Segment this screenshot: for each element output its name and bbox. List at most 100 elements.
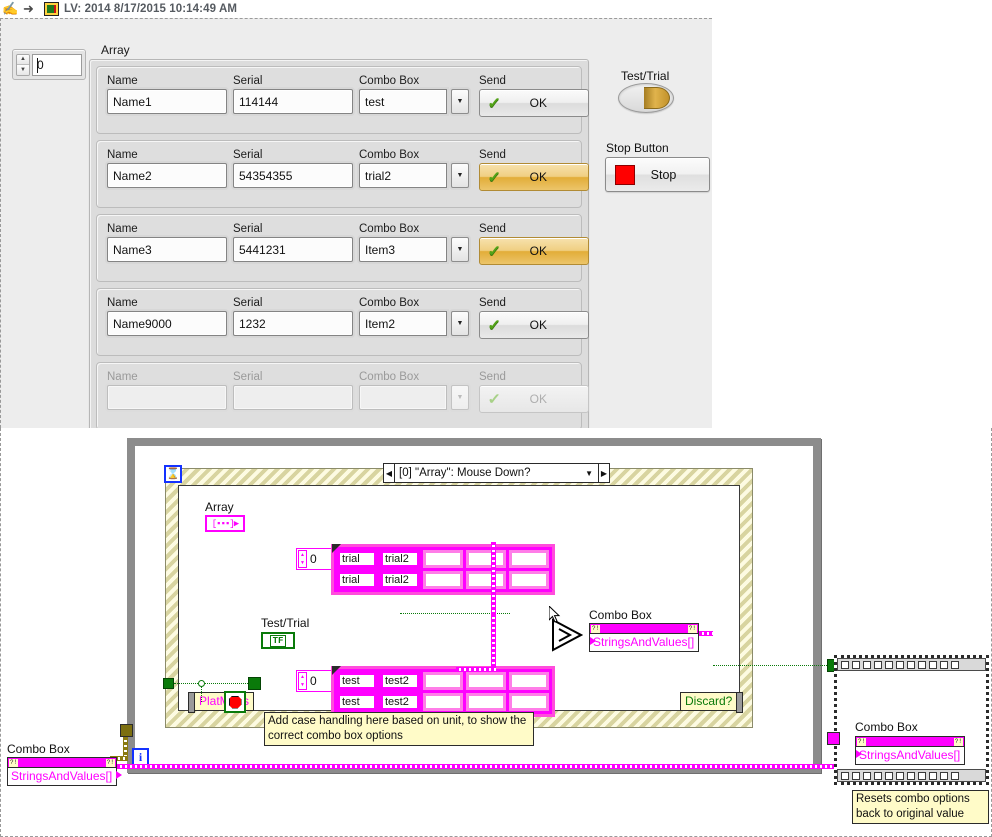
- array-cell[interactable]: test2: [380, 693, 420, 711]
- spinner-up-icon[interactable]: ▲: [17, 54, 29, 65]
- array-index-control[interactable]: ▲ ▼ 0: [12, 49, 86, 80]
- sequence-combobox-tunnel[interactable]: [827, 732, 840, 745]
- array-cell[interactable]: [509, 672, 549, 690]
- array-column[interactable]: [466, 550, 506, 589]
- array-row[interactable]: Name Serial Combo Box ▼ Send ✓ OK: [96, 362, 589, 430]
- array-cell[interactable]: [423, 672, 463, 690]
- serial-input[interactable]: 1232: [233, 311, 353, 336]
- spinner-down-icon[interactable]: ▼: [17, 65, 29, 75]
- discard-tunnel[interactable]: [163, 678, 174, 689]
- col-header-name: Name: [107, 297, 138, 309]
- array-cell[interactable]: trial: [337, 571, 377, 589]
- stop-sign-icon[interactable]: [224, 691, 246, 713]
- array-column[interactable]: trial2 trial2: [380, 550, 420, 589]
- array-cell[interactable]: [509, 693, 549, 711]
- array-cell[interactable]: [423, 550, 463, 568]
- loop-stop-terminal[interactable]: [248, 677, 261, 690]
- terminal-nub-icon: [116, 771, 122, 779]
- array-cell[interactable]: trial2: [380, 571, 420, 589]
- chevron-down-icon[interactable]: ▼: [585, 469, 598, 478]
- array-row[interactable]: Name Name3 Serial 5441231 Combo Box Item3 ▼ S…: [96, 214, 589, 282]
- event-case-selector[interactable]: [0] "Array": Mouse Down? ▼: [394, 463, 599, 483]
- array-column[interactable]: trial trial: [337, 550, 377, 589]
- serial-input[interactable]: [233, 385, 353, 410]
- trial-index-constant[interactable]: ▲ ▼ 0: [296, 548, 334, 570]
- array-row[interactable]: Name Name1 Serial 114144 Combo Box test ▼ Sen…: [96, 66, 589, 134]
- combo-input[interactable]: test: [359, 89, 447, 114]
- while-loop[interactable]: ⌛ ◀ [0] "Array": Mouse Down? ▼ ▶ Array […: [127, 438, 821, 773]
- array-column[interactable]: [423, 672, 463, 711]
- name-input[interactable]: Name1: [107, 89, 227, 114]
- array-index-value[interactable]: 0: [32, 53, 82, 76]
- ok-button[interactable]: ✓ OK: [479, 163, 589, 191]
- trial-array-constant[interactable]: trial trial trial2 trial2: [331, 544, 555, 595]
- name-input[interactable]: Name2: [107, 163, 227, 188]
- array-column[interactable]: [423, 550, 463, 589]
- test-index-spinner[interactable]: ▲ ▼: [298, 672, 307, 690]
- bd-combobox-left-text: StringsAndValues[]: [11, 769, 113, 783]
- serial-input[interactable]: 54354355: [233, 163, 353, 188]
- stop-button[interactable]: Stop: [605, 157, 710, 192]
- array-column[interactable]: test2 test2: [380, 672, 420, 711]
- flat-sequence-structure[interactable]: Combo Box ?!?! StringsAndValues[]: [834, 655, 989, 785]
- ok-button[interactable]: ✓ OK: [479, 385, 589, 413]
- array-row[interactable]: Name Name9000 Serial 1232 Combo Box Item2 ▼ S…: [96, 288, 589, 356]
- array-cell[interactable]: [423, 693, 463, 711]
- arrow-right-icon[interactable]: ➜: [23, 1, 39, 17]
- test-trial-toggle[interactable]: [618, 83, 674, 113]
- combo-input[interactable]: trial2: [359, 163, 447, 188]
- combo-input[interactable]: Item3: [359, 237, 447, 262]
- array-column[interactable]: [509, 550, 549, 589]
- ok-button[interactable]: ✓ OK: [479, 237, 589, 265]
- bd-combobox-right-terminal[interactable]: ?!?! StringsAndValues[]: [855, 736, 965, 765]
- array-cell[interactable]: [423, 571, 463, 589]
- serial-input[interactable]: 114144: [233, 89, 353, 114]
- prev-case-icon[interactable]: ◀: [383, 463, 394, 483]
- chevron-down-icon[interactable]: ▼: [451, 311, 469, 336]
- bd-test-trial-terminal[interactable]: TF: [261, 632, 295, 649]
- array-row[interactable]: Name Name2 Serial 54354355 Combo Box trial2 …: [96, 140, 589, 208]
- chevron-down-icon[interactable]: ▼: [451, 89, 469, 114]
- timeout-hourglass-icon[interactable]: ⌛: [164, 465, 182, 483]
- stop-octagon: [228, 695, 242, 709]
- bd-combobox-left-terminal[interactable]: ?!?! StringsAndValues[]: [7, 757, 122, 786]
- next-case-icon[interactable]: ▶: [599, 463, 610, 483]
- array-cell[interactable]: test: [337, 693, 377, 711]
- name-input[interactable]: Name3: [107, 237, 227, 262]
- bd-array-terminal[interactable]: [▪▪▪]▶: [205, 515, 245, 532]
- array-index-spinner[interactable]: ▲ ▼: [16, 53, 30, 76]
- array-cell[interactable]: [466, 571, 506, 589]
- chevron-down-icon[interactable]: ▼: [451, 237, 469, 262]
- combo-input[interactable]: Item2: [359, 311, 447, 336]
- string-type-bar: ?!?!: [8, 758, 116, 768]
- array-column[interactable]: [466, 672, 506, 711]
- name-input[interactable]: Name9000: [107, 311, 227, 336]
- array-cell[interactable]: [466, 550, 506, 568]
- array-cell[interactable]: [509, 571, 549, 589]
- serial-input[interactable]: 5441231: [233, 237, 353, 262]
- array-cell[interactable]: trial2: [380, 550, 420, 568]
- array-column[interactable]: test test: [337, 672, 377, 711]
- combo-input[interactable]: [359, 385, 447, 410]
- labview-vi-icon[interactable]: [44, 2, 59, 16]
- ok-button[interactable]: ✓ OK: [479, 311, 589, 339]
- ok-button[interactable]: ✓ OK: [479, 89, 589, 117]
- test-index-constant[interactable]: ▲ ▼ 0: [296, 670, 334, 692]
- trial-index-spinner[interactable]: ▲ ▼: [298, 550, 307, 568]
- chevron-down-icon[interactable]: ▼: [451, 163, 469, 188]
- event-case-label: [0] "Array": Mouse Down?: [399, 467, 531, 479]
- chevron-down-icon[interactable]: ▼: [451, 385, 469, 410]
- hand-icon[interactable]: ✍: [2, 1, 18, 17]
- name-input[interactable]: [107, 385, 227, 410]
- array-cell[interactable]: [509, 550, 549, 568]
- array-cell[interactable]: [466, 672, 506, 690]
- array-column[interactable]: [509, 672, 549, 711]
- array-cell[interactable]: test: [337, 672, 377, 690]
- select-node-icon[interactable]: [551, 618, 583, 652]
- array-cell[interactable]: trial: [337, 550, 377, 568]
- test-array-constant[interactable]: test test test2 test2: [331, 666, 555, 717]
- array-cell[interactable]: test2: [380, 672, 420, 690]
- bd-combobox-inner-terminal[interactable]: ?!?! StringsAndValues[]: [589, 623, 699, 652]
- loop-left-tunnel[interactable]: [120, 724, 133, 737]
- array-cell[interactable]: [466, 693, 506, 711]
